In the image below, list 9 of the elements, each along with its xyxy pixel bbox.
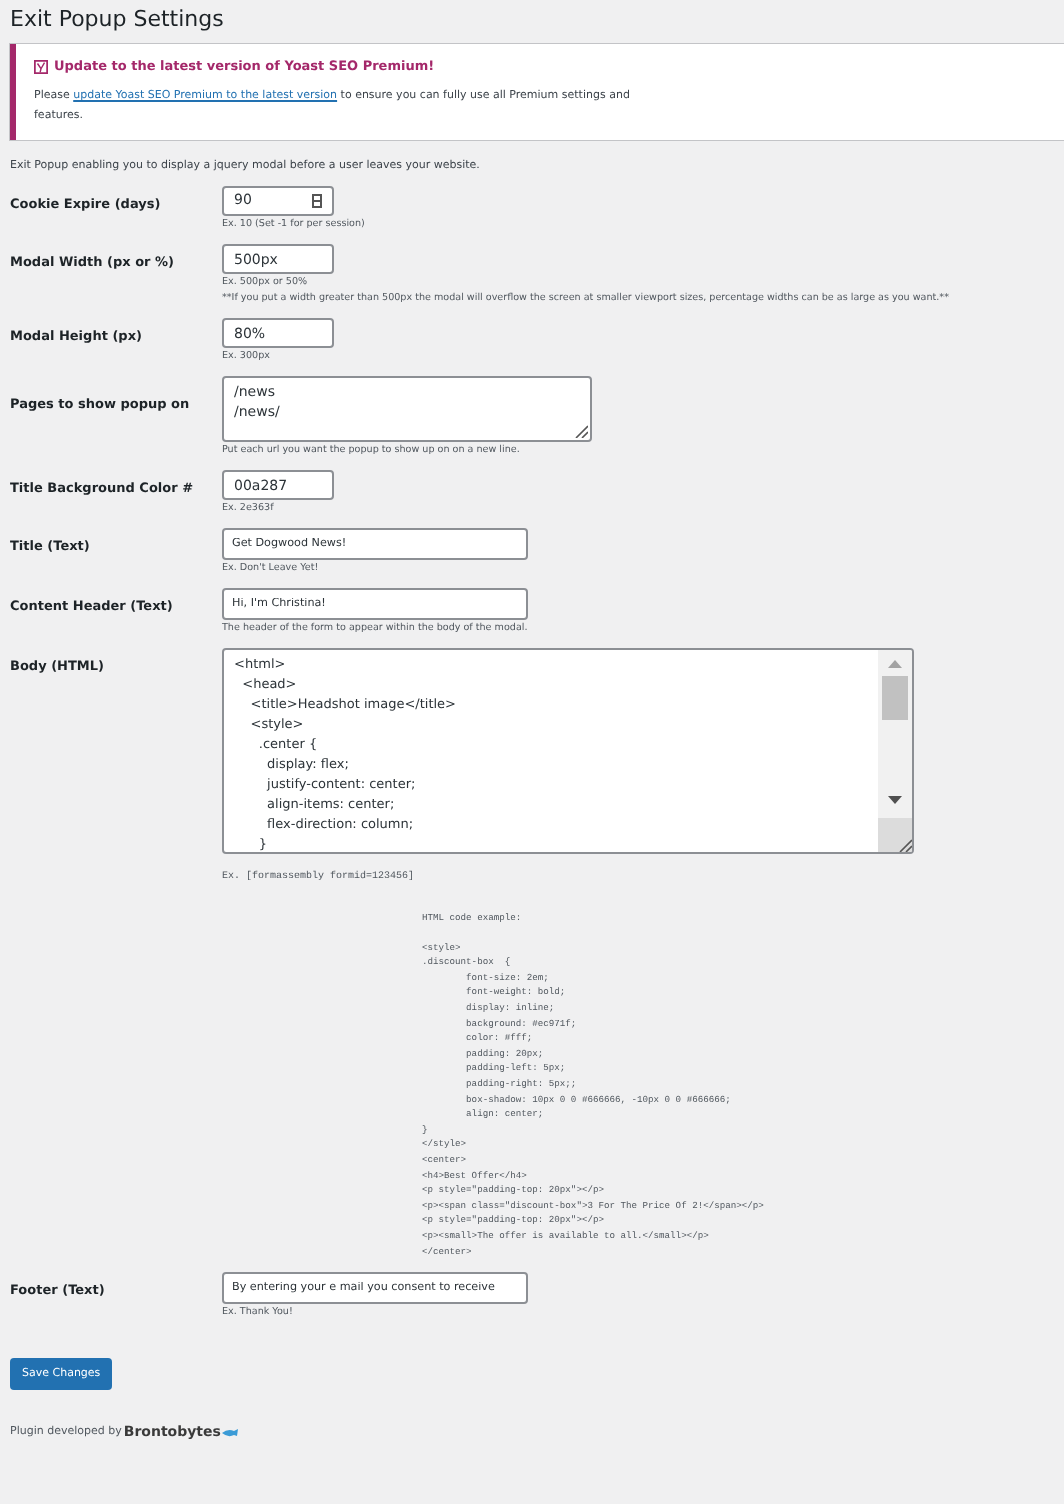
scroll-thumb[interactable]: [882, 676, 908, 720]
page-title: Exit Popup Settings: [10, 4, 226, 34]
resize-handle-icon[interactable]: [898, 838, 912, 852]
scrollbar[interactable]: [878, 650, 912, 852]
brand-icon: [222, 1427, 239, 1438]
resize-handle-icon[interactable]: [574, 424, 588, 438]
spinner-icon[interactable]: [312, 194, 322, 208]
scroll-down-icon[interactable]: [888, 796, 902, 804]
plugin-logo-icon: [34, 60, 48, 75]
